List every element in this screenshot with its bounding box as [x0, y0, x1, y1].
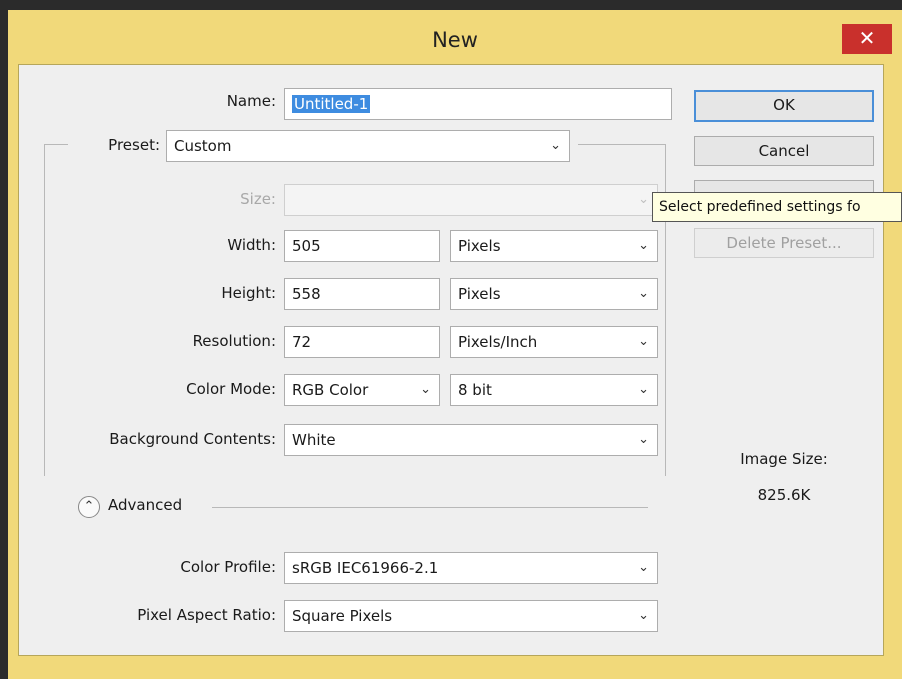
dialog-title: New — [432, 28, 478, 52]
image-size-value: 825.6K — [757, 486, 811, 504]
chevron-down-icon: ⌄ — [638, 560, 649, 575]
width-input-value: 505 — [292, 237, 321, 255]
color-mode-label: Color Mode: — [186, 380, 276, 398]
pixel-aspect-ratio-label: Pixel Aspect Ratio: — [137, 606, 276, 624]
advanced-divider — [212, 507, 648, 508]
height-label: Height: — [221, 284, 276, 302]
chevron-down-icon: ⌄ — [550, 138, 561, 153]
color-profile-value: sRGB IEC61966-2.1 — [292, 559, 439, 577]
resolution-label: Resolution: — [192, 332, 276, 350]
color-mode-value: RGB Color — [292, 381, 369, 399]
chevron-down-icon: ⌄ — [638, 334, 649, 349]
color-profile-label: Color Profile: — [180, 558, 276, 576]
resolution-unit-select[interactable]: Pixels/Inch ⌄ — [450, 326, 658, 358]
chevron-down-icon: ⌄ — [638, 238, 649, 253]
preset-label: Preset: — [108, 136, 160, 154]
background-contents-value: White — [292, 431, 336, 449]
color-profile-select[interactable]: sRGB IEC61966-2.1 ⌄ — [284, 552, 658, 584]
name-label: Name: — [226, 92, 276, 110]
preset-group-border-left-top — [44, 144, 68, 145]
height-input-value: 558 — [292, 285, 321, 303]
chevron-down-icon: ⌄ — [420, 382, 431, 397]
ok-button[interactable]: OK — [694, 90, 874, 122]
preset-select[interactable]: Custom ⌄ — [166, 130, 570, 162]
chevron-down-icon: ⌄ — [638, 192, 649, 207]
advanced-label: Advanced — [108, 496, 183, 514]
close-button[interactable]: ✕ — [842, 24, 892, 54]
preset-group-border-left — [44, 144, 45, 476]
name-input-value: Untitled-1 — [292, 95, 371, 113]
cancel-button[interactable]: Cancel — [694, 136, 874, 166]
width-label: Width: — [227, 236, 276, 254]
chevron-down-icon: ⌄ — [638, 608, 649, 623]
image-size-label: Image Size: — [740, 450, 828, 468]
height-unit-value: Pixels — [458, 285, 501, 303]
height-unit-select[interactable]: Pixels ⌄ — [450, 278, 658, 310]
chevron-down-icon: ⌄ — [638, 286, 649, 301]
delete-preset-button: Delete Preset... — [694, 228, 874, 258]
preset-group-border-right-top — [578, 144, 666, 145]
size-select: ⌄ — [284, 184, 658, 216]
chevron-down-icon: ⌄ — [638, 432, 649, 447]
color-mode-select[interactable]: RGB Color ⌄ — [284, 374, 440, 406]
tooltip: Select predefined settings fo — [652, 192, 902, 222]
background-contents-select[interactable]: White ⌄ — [284, 424, 658, 456]
resolution-input-value: 72 — [292, 333, 312, 351]
preset-select-value: Custom — [174, 137, 232, 155]
bit-depth-value: 8 bit — [458, 381, 492, 399]
resolution-input[interactable]: 72 — [284, 326, 440, 358]
resolution-unit-value: Pixels/Inch — [458, 333, 538, 351]
name-input[interactable]: Untitled-1 — [284, 88, 672, 120]
width-input[interactable]: 505 — [284, 230, 440, 262]
bit-depth-select[interactable]: 8 bit ⌄ — [450, 374, 658, 406]
pixel-aspect-ratio-select[interactable]: Square Pixels ⌄ — [284, 600, 658, 632]
pixel-aspect-ratio-value: Square Pixels — [292, 607, 393, 625]
close-icon: ✕ — [858, 26, 876, 50]
background-contents-label: Background Contents: — [109, 430, 276, 448]
collapse-advanced-icon[interactable]: ⌃ — [78, 496, 100, 518]
height-input[interactable]: 558 — [284, 278, 440, 310]
chevron-down-icon: ⌄ — [638, 382, 649, 397]
size-label: Size: — [240, 190, 276, 208]
width-unit-select[interactable]: Pixels ⌄ — [450, 230, 658, 262]
width-unit-value: Pixels — [458, 237, 501, 255]
title-bar[interactable]: New ✕ — [8, 10, 902, 72]
